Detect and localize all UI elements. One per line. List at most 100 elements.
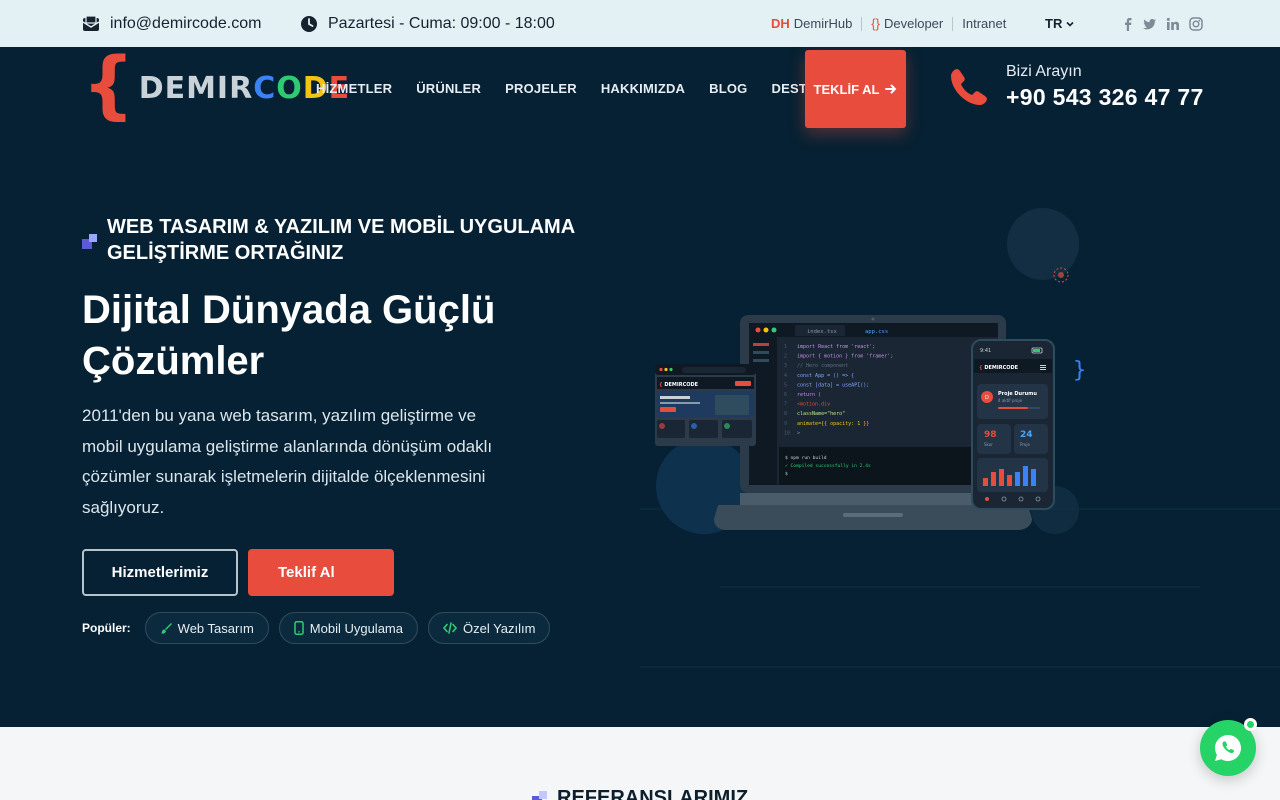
nav-item-urunler[interactable]: ÜRÜNLER (416, 81, 481, 96)
svg-text:3: 3 (784, 363, 787, 369)
deco-circle (1007, 208, 1079, 280)
get-quote-button[interactable]: Teklif Al (248, 549, 394, 596)
kicker-square-icon (532, 791, 547, 800)
tag-web-design[interactable]: Web Tasarım (144, 612, 269, 644)
kicker-square-icon (82, 234, 97, 249)
popular-tags: Popüler: Web Tasarım Mobil Uygulama Özel… (82, 612, 560, 644)
svg-text:1: 1 (784, 344, 787, 350)
nav-item-hakkimizda[interactable]: HAKKIMIZDA (601, 81, 685, 96)
social-links (1122, 0, 1203, 47)
code-line: // Hero component (797, 363, 848, 369)
demirhub-logo-mark: DH (771, 15, 790, 31)
code-icon (442, 622, 457, 634)
kicker-text: WEB TASARIM & YAZILIM VE MOBİL UYGULAMA … (107, 216, 575, 264)
email-text: info@demircode.com (110, 14, 262, 32)
language-selector[interactable]: TR (1045, 0, 1075, 47)
svg-text:6: 6 (784, 392, 787, 398)
braces-icon: {} (871, 15, 880, 31)
twitter-icon[interactable] (1143, 17, 1157, 31)
working-hours: Pazartesi - Cuma: 09:00 - 18:00 (300, 0, 555, 47)
svg-text:8: 8 (784, 411, 787, 417)
hero-kicker: WEB TASARIM & YAZILIM VE MOBİL UYGULAMA … (82, 214, 602, 266)
get-quote-nav-button[interactable]: TEKLİF AL (805, 50, 906, 128)
developer-link[interactable]: {} Developer (862, 15, 954, 31)
svg-text:Proje: Proje (1020, 442, 1030, 447)
svg-text:5: 5 (784, 382, 787, 388)
svg-text:9:41: 9:41 (980, 348, 991, 354)
site-logo[interactable]: { DEMIRCODE (82, 47, 350, 128)
language-code: TR (1045, 16, 1063, 31)
svg-text:2: 2 (784, 354, 787, 360)
code-line: <motion.div (797, 402, 830, 408)
terminal-line: $ npm run build (785, 455, 827, 461)
svg-text:24: 24 (1020, 430, 1033, 440)
svg-text:7: 7 (784, 402, 787, 408)
linkedin-icon[interactable] (1166, 17, 1180, 31)
call-label: Bizi Arayın (1006, 63, 1082, 80)
tag-label: Web Tasarım (177, 620, 254, 636)
chevron-down-icon (1066, 21, 1074, 27)
brace-right-icon: } (1073, 358, 1086, 383)
get-quote-nav-label: TEKLİF AL (813, 81, 880, 97)
svg-text:D: D (985, 395, 989, 401)
phone-icon (951, 69, 987, 105)
tag-label: Özel Yazılım (462, 620, 536, 636)
tag-label: Mobil Uygulama (309, 620, 403, 636)
facebook-icon[interactable] (1122, 17, 1134, 31)
svg-text:Skor: Skor (984, 442, 993, 447)
logo-brace: { (82, 47, 135, 128)
mobile-icon (294, 621, 304, 635)
nav-item-projeler[interactable]: PROJELER (505, 81, 577, 96)
portal-links: DH DemirHub {} Developer Intranet (771, 0, 1015, 47)
call-us-block[interactable]: Bizi Arayın +90 543 326 47 77 (948, 63, 1204, 111)
code-line: const [data] = useAPI(); (797, 382, 869, 388)
editor-tab: app.css (865, 329, 888, 335)
logo-letter: O (276, 70, 303, 106)
logo-part-demir: DEMIR (138, 70, 254, 106)
code-line: const App = () => { (797, 373, 854, 379)
references-section: REFERANSLARIMIZ (0, 727, 1280, 800)
hero-description: 2011'den bu yana web tasarım, yazılım ge… (82, 406, 493, 517)
references-title: REFERANSLARIMIZ (557, 787, 749, 800)
hero-section: { DEMIRCODE HİZMETLER ÜRÜNLER PROJELER H… (0, 47, 1280, 727)
logo-letter: C (253, 70, 277, 106)
demirhub-label: DemirHub (793, 15, 853, 31)
svg-text:{ DEMIRCODE: { DEMIRCODE (659, 382, 699, 388)
code-line: import React from 'react'; (797, 344, 875, 350)
hero-headline: Dijital Dünyada Güçlü Çözümler (82, 288, 496, 383)
tag-mobile-app[interactable]: Mobil Uygulama (278, 612, 418, 644)
devices-illustration: { } index.tsx app.css 1import React from… (655, 208, 1086, 534)
nav-item-blog[interactable]: BLOG (709, 81, 747, 96)
svg-text:98: 98 (984, 430, 997, 440)
svg-text:4: 4 (784, 373, 787, 379)
code-line: > (797, 430, 800, 436)
svg-text:9: 9 (784, 421, 787, 427)
editor-tab: index.tsx (807, 329, 837, 335)
brush-icon (160, 623, 172, 634)
mail-icon (82, 14, 100, 31)
references-heading: REFERANSLARIMIZ (532, 787, 748, 800)
top-bar: info@demircode.com Pazartesi - Cuma: 09:… (0, 0, 1280, 47)
hours-text: Pazartesi - Cuma: 09:00 - 18:00 (328, 14, 555, 32)
tag-custom-software[interactable]: Özel Yazılım (427, 612, 551, 644)
popular-label: Popüler: (82, 621, 131, 635)
online-indicator (1244, 718, 1257, 731)
code-line: return ( (797, 392, 821, 398)
intranet-label: Intranet (962, 15, 1007, 31)
main-nav: HİZMETLER ÜRÜNLER PROJELER HAKKIMIZDA BL… (316, 47, 849, 129)
code-line: import { motion } from 'framer'; (797, 354, 893, 360)
demirhub-link[interactable]: DH DemirHub (771, 15, 863, 31)
intranet-link[interactable]: Intranet (953, 15, 1015, 31)
instagram-icon[interactable] (1189, 16, 1203, 31)
terminal-line: $ (785, 471, 788, 477)
svg-text:{ DEMIRCODE: { DEMIRCODE (979, 365, 1019, 371)
services-button[interactable]: Hizmetlerimiz (82, 549, 238, 596)
svg-text:Proje Durumu: Proje Durumu (998, 391, 1037, 397)
nav-item-hizmetler[interactable]: HİZMETLER (316, 81, 392, 96)
code-line: animate={{ opacity: 1 }} (797, 421, 869, 427)
developer-label: Developer (883, 15, 944, 31)
whatsapp-icon (1215, 735, 1241, 761)
phone-number[interactable]: +90 543 326 47 77 (1006, 84, 1204, 111)
clock-icon (301, 15, 317, 32)
email-link[interactable]: info@demircode.com (82, 0, 261, 47)
